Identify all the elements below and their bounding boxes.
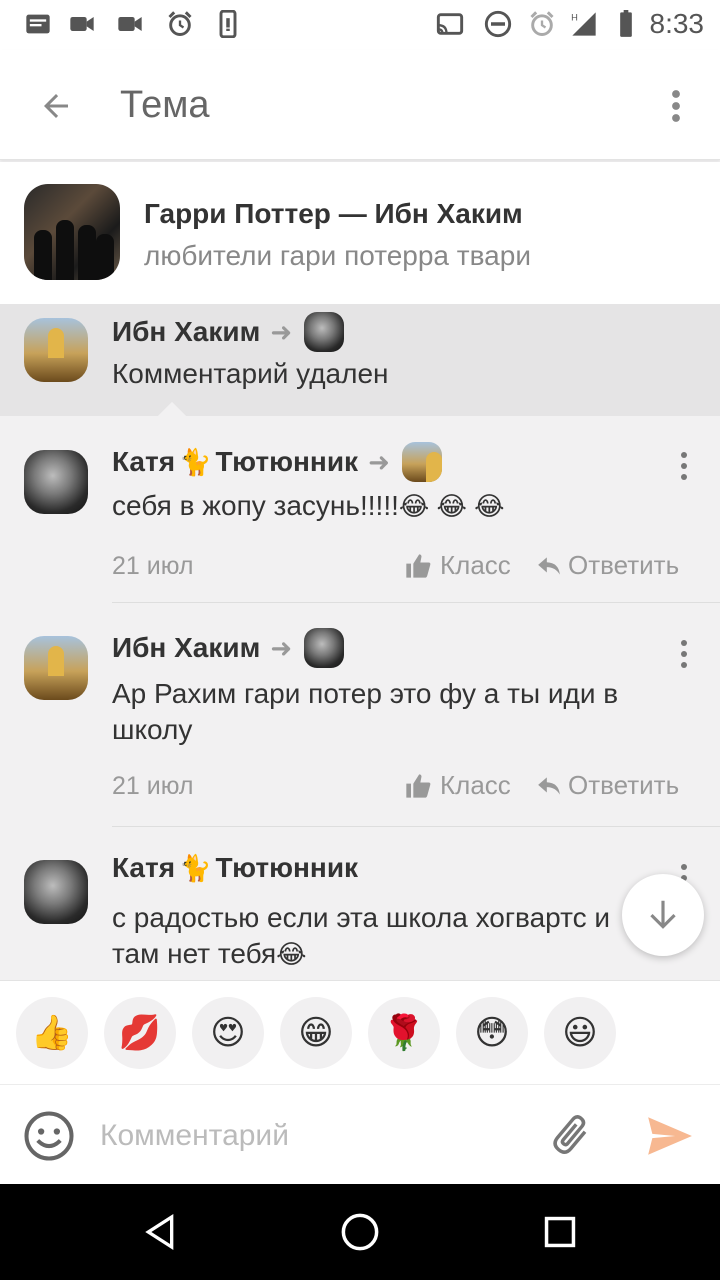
comment-item[interactable]: Катя 🐈 Тютюнник ➜ себя в жопу засунь!!!!… <box>0 416 720 604</box>
quick-reactions-bar: 👍 💋 😍 😁 🌹 😳 😃 <box>0 980 720 1084</box>
more-vert-icon <box>672 90 680 122</box>
reply-to-avatar[interactable] <box>401 442 442 482</box>
reply-arrow-icon: ➜ <box>270 632 293 663</box>
author-first-name: Катя <box>112 852 176 883</box>
comment-author[interactable]: Катя 🐈 Тютюнник <box>112 852 358 884</box>
back-icon <box>145 1213 174 1251</box>
paperclip-icon[interactable] <box>548 1109 594 1161</box>
like-button[interactable]: Класс <box>404 770 511 801</box>
nav-back-button[interactable] <box>130 1202 190 1262</box>
comment-text: Ар Рахим гари потер это фу а ты иди в шк… <box>112 678 619 745</box>
comment-text: Комментарий удален <box>112 358 389 389</box>
home-icon <box>341 1213 379 1251</box>
status-bar: H 8:33 <box>0 0 720 50</box>
reply-to-avatar[interactable] <box>304 312 345 352</box>
topic-image <box>24 184 120 280</box>
comment-text: с радостью если эта школа хогвартс и там… <box>112 900 652 972</box>
comment-body: себя в жопу засунь!!!!! <box>112 490 399 521</box>
video-icon <box>118 17 142 31</box>
topic-header[interactable]: Гарри Поттер — Ибн Хаким любители гари п… <box>0 162 720 304</box>
overflow-menu-button[interactable] <box>660 80 692 132</box>
emoji-group: 😂 😂 😂 <box>398 491 505 521</box>
comment-item[interactable]: Ибн Хаким ➜ Комментарий удален <box>0 304 720 416</box>
video-icon <box>70 17 94 31</box>
comment-date: 21 июл <box>112 552 194 580</box>
reaction-smile[interactable]: 😃 <box>544 997 616 1069</box>
nav-home-button[interactable] <box>330 1202 390 1262</box>
divider <box>112 602 720 603</box>
reply-arrow-icon: ➜ <box>368 446 390 477</box>
like-label: Класс <box>440 550 511 580</box>
author-last-name: Тютюнник <box>215 446 359 477</box>
system-nav-bar <box>0 1184 720 1280</box>
svg-text:H: H <box>571 13 578 23</box>
cat-emoji: 🐈 <box>179 446 212 477</box>
comment-composer <box>0 1084 720 1184</box>
reply-icon <box>538 556 560 575</box>
reply-to-avatar[interactable] <box>304 628 345 668</box>
reply-button[interactable]: Ответить <box>536 550 679 581</box>
avatar[interactable] <box>24 860 88 924</box>
phone-icon <box>219 10 237 38</box>
author-name: Ибн Хаким <box>112 316 261 347</box>
notes-icon <box>26 14 50 34</box>
reply-arrow-icon: ➜ <box>270 316 293 347</box>
reaction-grin[interactable]: 😁 <box>280 997 352 1069</box>
topic-title: Гарри Поттер — Ибн Хаким <box>144 198 523 229</box>
comment-item[interactable]: Катя 🐈 Тютюнник с радостью если эта школ… <box>0 828 720 980</box>
signal-icon: H <box>571 12 596 36</box>
topic-subtitle: любители гари потерра твари <box>144 240 531 271</box>
avatar[interactable] <box>24 636 88 700</box>
recents-icon <box>544 1216 576 1248</box>
comment-menu-button[interactable] <box>672 446 696 486</box>
comment-item[interactable]: Ибн Хаким ➜ Ар Рахим гари потер это фу а… <box>0 604 720 828</box>
reply-button[interactable]: Ответить <box>536 770 679 801</box>
reaction-thumbs-up[interactable]: 👍 <box>16 997 88 1069</box>
cast-icon <box>436 13 464 35</box>
arrow-left-icon <box>44 94 68 118</box>
thumbs-up-icon <box>406 773 431 798</box>
comment-list[interactable]: Ибн Хаким ➜ Комментарий удален Катя 🐈 Тю… <box>0 304 720 980</box>
comment-text: себя в жопу засунь!!!!!😂 😂 😂 <box>112 488 672 524</box>
emoji-group: 😂 <box>276 939 307 969</box>
like-button[interactable]: Класс <box>404 550 511 581</box>
smiley-icon[interactable] <box>22 1109 76 1163</box>
comment-input[interactable] <box>100 1111 520 1161</box>
reply-label: Ответить <box>568 550 680 580</box>
avatar[interactable] <box>24 318 88 382</box>
reaction-rose[interactable]: 🌹 <box>368 997 440 1069</box>
reply-icon <box>538 776 560 795</box>
dnd-icon <box>484 10 512 38</box>
reaction-kiss[interactable]: 💋 <box>104 997 176 1069</box>
author-last-name: Тютюнник <box>215 852 359 883</box>
author-first-name: Катя <box>112 446 176 477</box>
comment-author[interactable]: Ибн Хаким ➜ <box>112 312 345 352</box>
like-label: Класс <box>440 770 511 800</box>
reply-label: Ответить <box>568 770 680 800</box>
page-title: Тема <box>120 84 210 126</box>
alarm-icon <box>530 11 554 36</box>
reaction-heart-eyes[interactable]: 😍 <box>192 997 264 1069</box>
scroll-to-bottom-button[interactable] <box>622 874 704 956</box>
author-name: Ибн Хаким <box>112 632 261 663</box>
clock: 8:33 <box>649 8 705 39</box>
thumbs-up-icon <box>406 553 431 578</box>
cat-emoji: 🐈 <box>179 852 212 883</box>
arrow-down-icon <box>650 900 676 929</box>
alarm-icon <box>168 11 192 36</box>
comment-menu-button[interactable] <box>672 634 696 674</box>
comment-date: 21 июл <box>112 772 194 800</box>
comment-author[interactable]: Катя 🐈 Тютюнник ➜ <box>112 442 442 482</box>
nav-recents-button[interactable] <box>530 1202 590 1262</box>
divider <box>112 826 720 827</box>
back-button[interactable] <box>30 80 82 132</box>
reaction-flushed[interactable]: 😳 <box>456 997 528 1069</box>
comment-author[interactable]: Ибн Хаким ➜ <box>112 628 345 668</box>
avatar[interactable] <box>24 450 88 514</box>
send-icon[interactable] <box>640 1111 698 1161</box>
battery-icon <box>620 10 632 37</box>
comment-body: с радостью если эта школа хогвартс и там… <box>112 902 611 969</box>
top-app-bar: Тема <box>0 50 720 160</box>
